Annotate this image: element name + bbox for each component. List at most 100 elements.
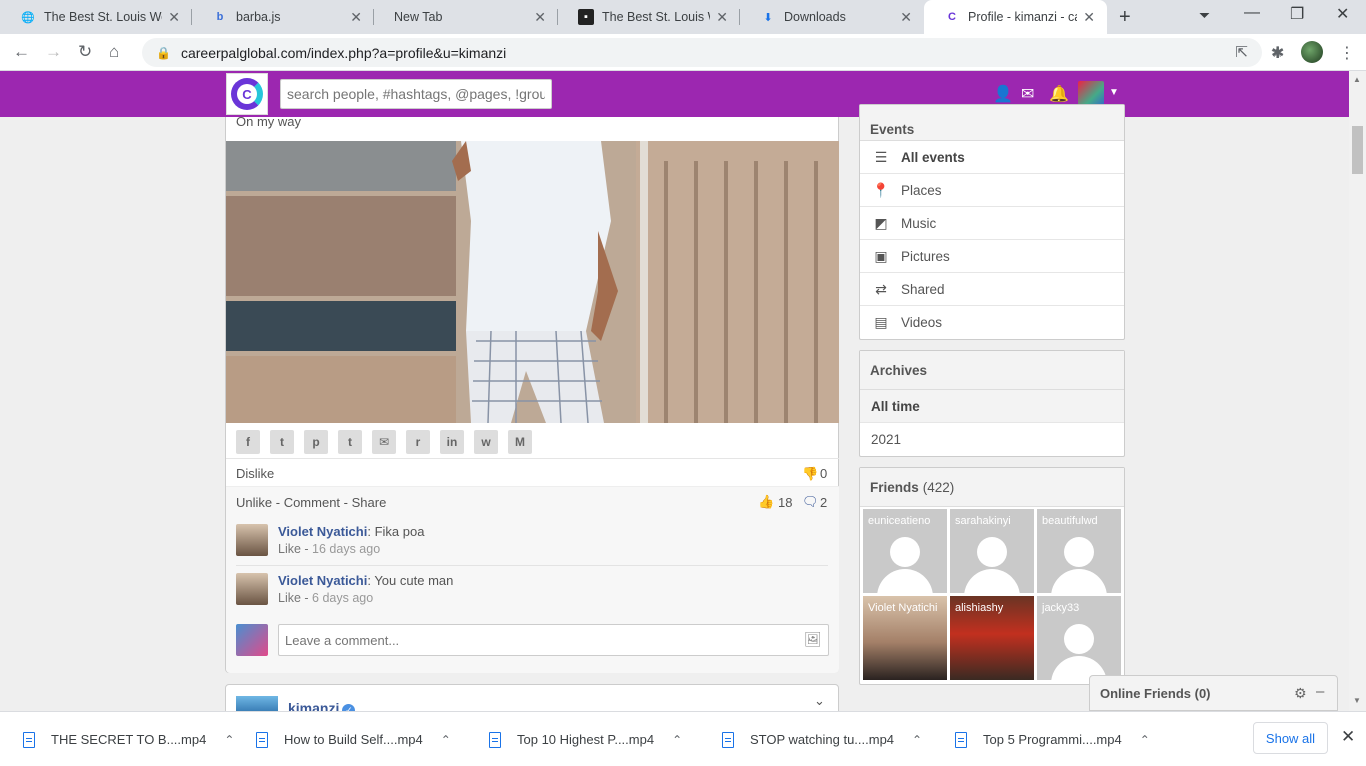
extensions-icon[interactable]: ✱ <box>1271 43 1284 63</box>
chevron-up-icon[interactable]: ⌃ <box>1140 733 1150 747</box>
chevron-up-icon[interactable]: ⌃ <box>441 733 451 747</box>
download-item[interactable]: Top 10 Highest P....mp4 ⌃ <box>489 712 682 766</box>
whatsapp-share-icon[interactable]: w <box>474 430 498 454</box>
friend-tile[interactable]: alishiashy <box>950 596 1034 680</box>
friend-tile[interactable]: Violet Nyatichi <box>863 596 947 680</box>
tab-1[interactable]: 🌐 The Best St. Louis Web ✕ <box>0 0 192 34</box>
gear-icon[interactable]: ⚙ <box>1294 685 1307 702</box>
online-friends-bar[interactable]: Online Friends (0) ⚙ – <box>1089 675 1338 711</box>
search-input[interactable] <box>280 79 552 109</box>
commenter-name[interactable]: Violet Nyatichi <box>278 524 367 539</box>
thumbs-up-icon: 👍 <box>758 494 775 509</box>
new-tab-icon[interactable]: + <box>1119 6 1131 29</box>
download-item[interactable]: THE SECRET TO B....mp4 ⌃ <box>23 712 234 766</box>
post-photo[interactable] <box>226 141 839 423</box>
download-item[interactable]: How to Build Self....mp4 ⌃ <box>256 712 451 766</box>
back-icon[interactable]: ← <box>13 42 30 62</box>
tumblr-share-icon[interactable]: t <box>338 430 362 454</box>
friend-tile[interactable]: sarahakinyi <box>950 509 1034 593</box>
tab-search-icon[interactable]: ⏷ <box>1199 7 1210 24</box>
scroll-down-icon[interactable]: ▼ <box>1353 696 1361 705</box>
friend-requests-icon[interactable]: 👤 <box>993 84 1013 104</box>
tab-4[interactable]: ▪ The Best St. Louis Web ✕ <box>558 0 740 34</box>
file-icon <box>23 731 35 748</box>
download-item[interactable]: Top 5 Programmi....mp4 ⌃ <box>955 712 1150 766</box>
commenter-avatar[interactable] <box>236 573 268 605</box>
lock-icon: 🔒 <box>156 45 171 60</box>
linkedin-share-icon[interactable]: in <box>440 430 464 454</box>
share-page-icon[interactable]: ⇱ <box>1235 43 1248 61</box>
reddit-share-icon[interactable]: r <box>406 430 430 454</box>
comment-like-link[interactable]: Like <box>278 542 301 556</box>
friends-count: (422) <box>922 479 955 495</box>
like-count: 18 <box>778 495 793 510</box>
events-item-music[interactable]: ◩ Music <box>860 207 1124 240</box>
menu-dots-icon[interactable]: ⋮ <box>1339 43 1355 63</box>
friend-tile[interactable]: euniceatieno <box>863 509 947 593</box>
browser-profile-avatar[interactable] <box>1301 41 1323 63</box>
events-widget: Events ☰ All events 📍 Places ◩ Music ▣ Pictu… <box>859 104 1125 340</box>
scroll-thumb[interactable] <box>1352 126 1363 174</box>
events-item-places[interactable]: 📍 Places <box>860 174 1124 207</box>
minimize-icon[interactable]: — <box>1244 4 1260 22</box>
page-scrollbar[interactable]: ▲ ▼ <box>1349 71 1366 711</box>
file-icon <box>955 731 967 748</box>
friend-tile[interactable]: jacky33 <box>1037 596 1121 680</box>
events-item-shared[interactable]: ⇄ Shared <box>860 273 1124 306</box>
notifications-bell-icon[interactable]: 🔔 <box>1049 84 1069 104</box>
site-logo[interactable]: C <box>226 73 268 115</box>
twitter-share-icon[interactable]: t <box>270 430 294 454</box>
tab-2[interactable]: b barba.js ✕ <box>192 0 374 34</box>
close-icon[interactable]: ✕ <box>350 9 362 26</box>
pinterest-share-icon[interactable]: p <box>304 430 328 454</box>
messages-icon[interactable]: ✉ <box>1021 84 1034 104</box>
chevron-up-icon[interactable]: ⌃ <box>224 733 234 747</box>
dislike-button[interactable]: Dislike <box>236 466 274 481</box>
share-link[interactable]: Share <box>352 495 387 510</box>
comment-like-link[interactable]: Like <box>278 591 301 605</box>
image-upload-icon[interactable]: 🖼 <box>804 631 822 648</box>
minimize-chat-icon[interactable]: – <box>1316 683 1324 700</box>
gmail-share-icon[interactable]: M <box>508 430 532 454</box>
facebook-share-icon[interactable]: f <box>236 430 260 454</box>
comment-item: Violet Nyatichi: Fika poa Like - 16 days… <box>236 524 828 566</box>
close-icon[interactable]: ✕ <box>716 9 728 26</box>
archive-2021[interactable]: 2021 <box>860 423 1124 456</box>
commenter-name[interactable]: Violet Nyatichi <box>278 573 367 588</box>
close-shelf-icon[interactable]: ✕ <box>1341 727 1355 747</box>
comment-input[interactable] <box>278 624 829 656</box>
dislike-count: 0 <box>820 466 828 481</box>
download-item[interactable]: STOP watching tu....mp4 ⌃ <box>722 712 922 766</box>
friend-tile[interactable]: beautifulwd <box>1037 509 1121 593</box>
tab-3[interactable]: New Tab ✕ <box>374 0 558 34</box>
commenter-avatar[interactable] <box>236 524 268 556</box>
close-icon[interactable]: ✕ <box>534 9 546 26</box>
events-item-all[interactable]: ☰ All events <box>860 141 1124 174</box>
tab-5[interactable]: ⬇ Downloads ✕ <box>740 0 924 34</box>
close-icon[interactable]: ✕ <box>1083 9 1095 26</box>
scroll-up-icon[interactable]: ▲ <box>1353 75 1361 84</box>
chevron-down-icon[interactable]: ⌄ <box>814 693 825 709</box>
friends-widget: Friends (422) euniceatieno sarahakinyi b… <box>859 467 1125 685</box>
tab-6-active[interactable]: C Profile - kimanzi - care ✕ <box>924 0 1107 34</box>
reload-icon[interactable]: ↻ <box>78 42 92 62</box>
chevron-up-icon[interactable]: ⌃ <box>672 733 682 747</box>
url-field[interactable]: 🔒 careerpalglobal.com/index.php?a=profil… <box>142 38 1284 67</box>
forward-icon[interactable]: → <box>45 42 62 62</box>
restore-icon[interactable]: ❐ <box>1290 4 1304 24</box>
caret-down-icon[interactable]: ▼ <box>1109 87 1119 98</box>
show-all-downloads-button[interactable]: Show all <box>1253 722 1328 754</box>
unlike-link[interactable]: Unlike <box>236 495 272 510</box>
archive-all-time[interactable]: All time <box>860 390 1124 423</box>
close-icon[interactable]: ✕ <box>900 9 912 26</box>
window-close-icon[interactable]: ✕ <box>1336 4 1349 24</box>
comment-time: 16 days ago <box>312 542 381 556</box>
home-icon[interactable]: ⌂ <box>109 42 119 62</box>
events-item-videos[interactable]: ▤ Videos <box>860 306 1124 339</box>
chevron-up-icon[interactable]: ⌃ <box>912 733 922 747</box>
comment-time: 6 days ago <box>312 591 374 605</box>
email-share-icon[interactable]: ✉ <box>372 430 396 454</box>
comment-link[interactable]: Comment <box>284 495 340 510</box>
events-item-pictures[interactable]: ▣ Pictures <box>860 240 1124 273</box>
close-icon[interactable]: ✕ <box>168 9 180 26</box>
